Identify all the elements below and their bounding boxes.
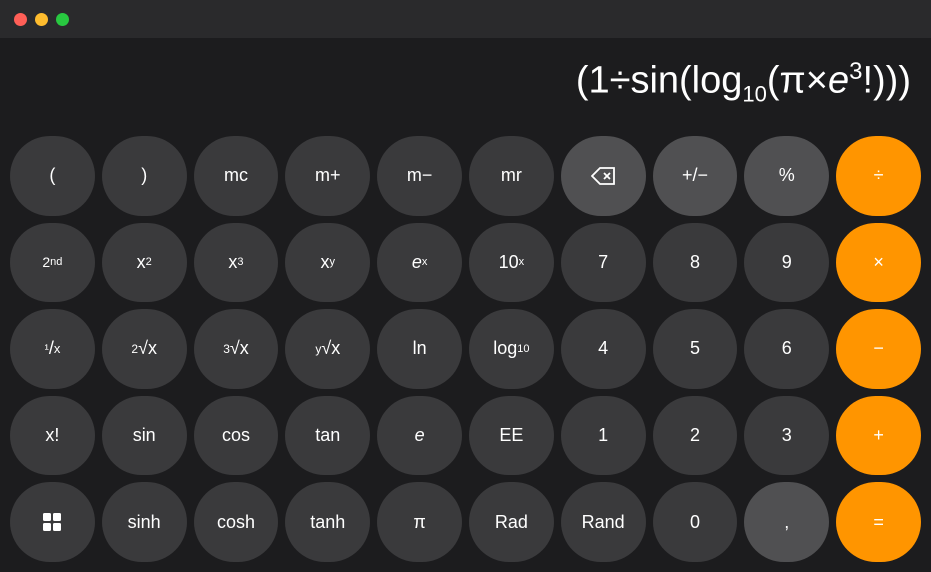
button-row-0: ()mcm+m−mr +/−%÷ [10,136,921,216]
minimize-button[interactable] [35,13,48,26]
three-button[interactable]: 3 [744,396,829,476]
x-to-y-button[interactable]: xy [285,223,370,303]
mr-button[interactable]: mr [469,136,554,216]
two-button[interactable]: 2 [653,396,738,476]
tanh-button[interactable]: tanh [285,482,370,562]
cbrt-button[interactable]: 3√x [194,309,279,389]
percent-button[interactable]: % [744,136,829,216]
six-button[interactable]: 6 [744,309,829,389]
x-squared-button[interactable]: x2 [102,223,187,303]
reciprocal-button[interactable]: ¹/x [10,309,95,389]
button-row-3: x!sincostaneEE123+ [10,396,921,476]
divide-button[interactable]: ÷ [836,136,921,216]
ln-button[interactable]: ln [377,309,462,389]
euler-button[interactable]: e [377,396,462,476]
log10-button[interactable]: log10 [469,309,554,389]
display: (1÷sin(log10(π×e3!))) [0,38,931,128]
equals-button[interactable]: = [836,482,921,562]
m-minus-button[interactable]: m− [377,136,462,216]
sin-button[interactable]: sin [102,396,187,476]
ee-button[interactable]: EE [469,396,554,476]
title-bar [0,0,931,38]
close-button[interactable] [14,13,27,26]
second-button[interactable]: 2nd [10,223,95,303]
mc-button[interactable]: mc [194,136,279,216]
nine-button[interactable]: 9 [744,223,829,303]
calculator-icon-button[interactable] [10,482,95,562]
10-to-x-button[interactable]: 10x [469,223,554,303]
display-expression: (1÷sin(log10(π×e3!))) [576,58,911,108]
seven-button[interactable]: 7 [561,223,646,303]
zero-button[interactable]: 0 [653,482,738,562]
backspace-button[interactable] [561,136,646,216]
eight-button[interactable]: 8 [653,223,738,303]
multiply-button[interactable]: × [836,223,921,303]
add-button[interactable]: + [836,396,921,476]
maximize-button[interactable] [56,13,69,26]
e-to-x-button[interactable]: ex [377,223,462,303]
sqrt-button[interactable]: 2√x [102,309,187,389]
nth-root-button[interactable]: y√x [285,309,370,389]
x-cubed-button[interactable]: x3 [194,223,279,303]
one-button[interactable]: 1 [561,396,646,476]
button-row-4: sinhcoshtanhπRadRand0,= [10,482,921,562]
four-button[interactable]: 4 [561,309,646,389]
rand-button[interactable]: Rand [561,482,646,562]
close-paren-button[interactable]: ) [102,136,187,216]
button-row-1: 2ndx2x3xyex10x789× [10,223,921,303]
factorial-button[interactable]: x! [10,396,95,476]
m-plus-button[interactable]: m+ [285,136,370,216]
plus-minus-button[interactable]: +/− [653,136,738,216]
decimal-button[interactable]: , [744,482,829,562]
cosh-button[interactable]: cosh [194,482,279,562]
tan-button[interactable]: tan [285,396,370,476]
rad-button[interactable]: Rad [469,482,554,562]
button-row-2: ¹/x2√x3√xy√xlnlog10456− [10,309,921,389]
cos-button[interactable]: cos [194,396,279,476]
open-paren-button[interactable]: ( [10,136,95,216]
pi-button[interactable]: π [377,482,462,562]
sinh-button[interactable]: sinh [102,482,187,562]
subtract-button[interactable]: − [836,309,921,389]
buttons-area: ()mcm+m−mr +/−%÷2ndx2x3xyex10x789×¹/x2√x… [0,128,931,572]
five-button[interactable]: 5 [653,309,738,389]
